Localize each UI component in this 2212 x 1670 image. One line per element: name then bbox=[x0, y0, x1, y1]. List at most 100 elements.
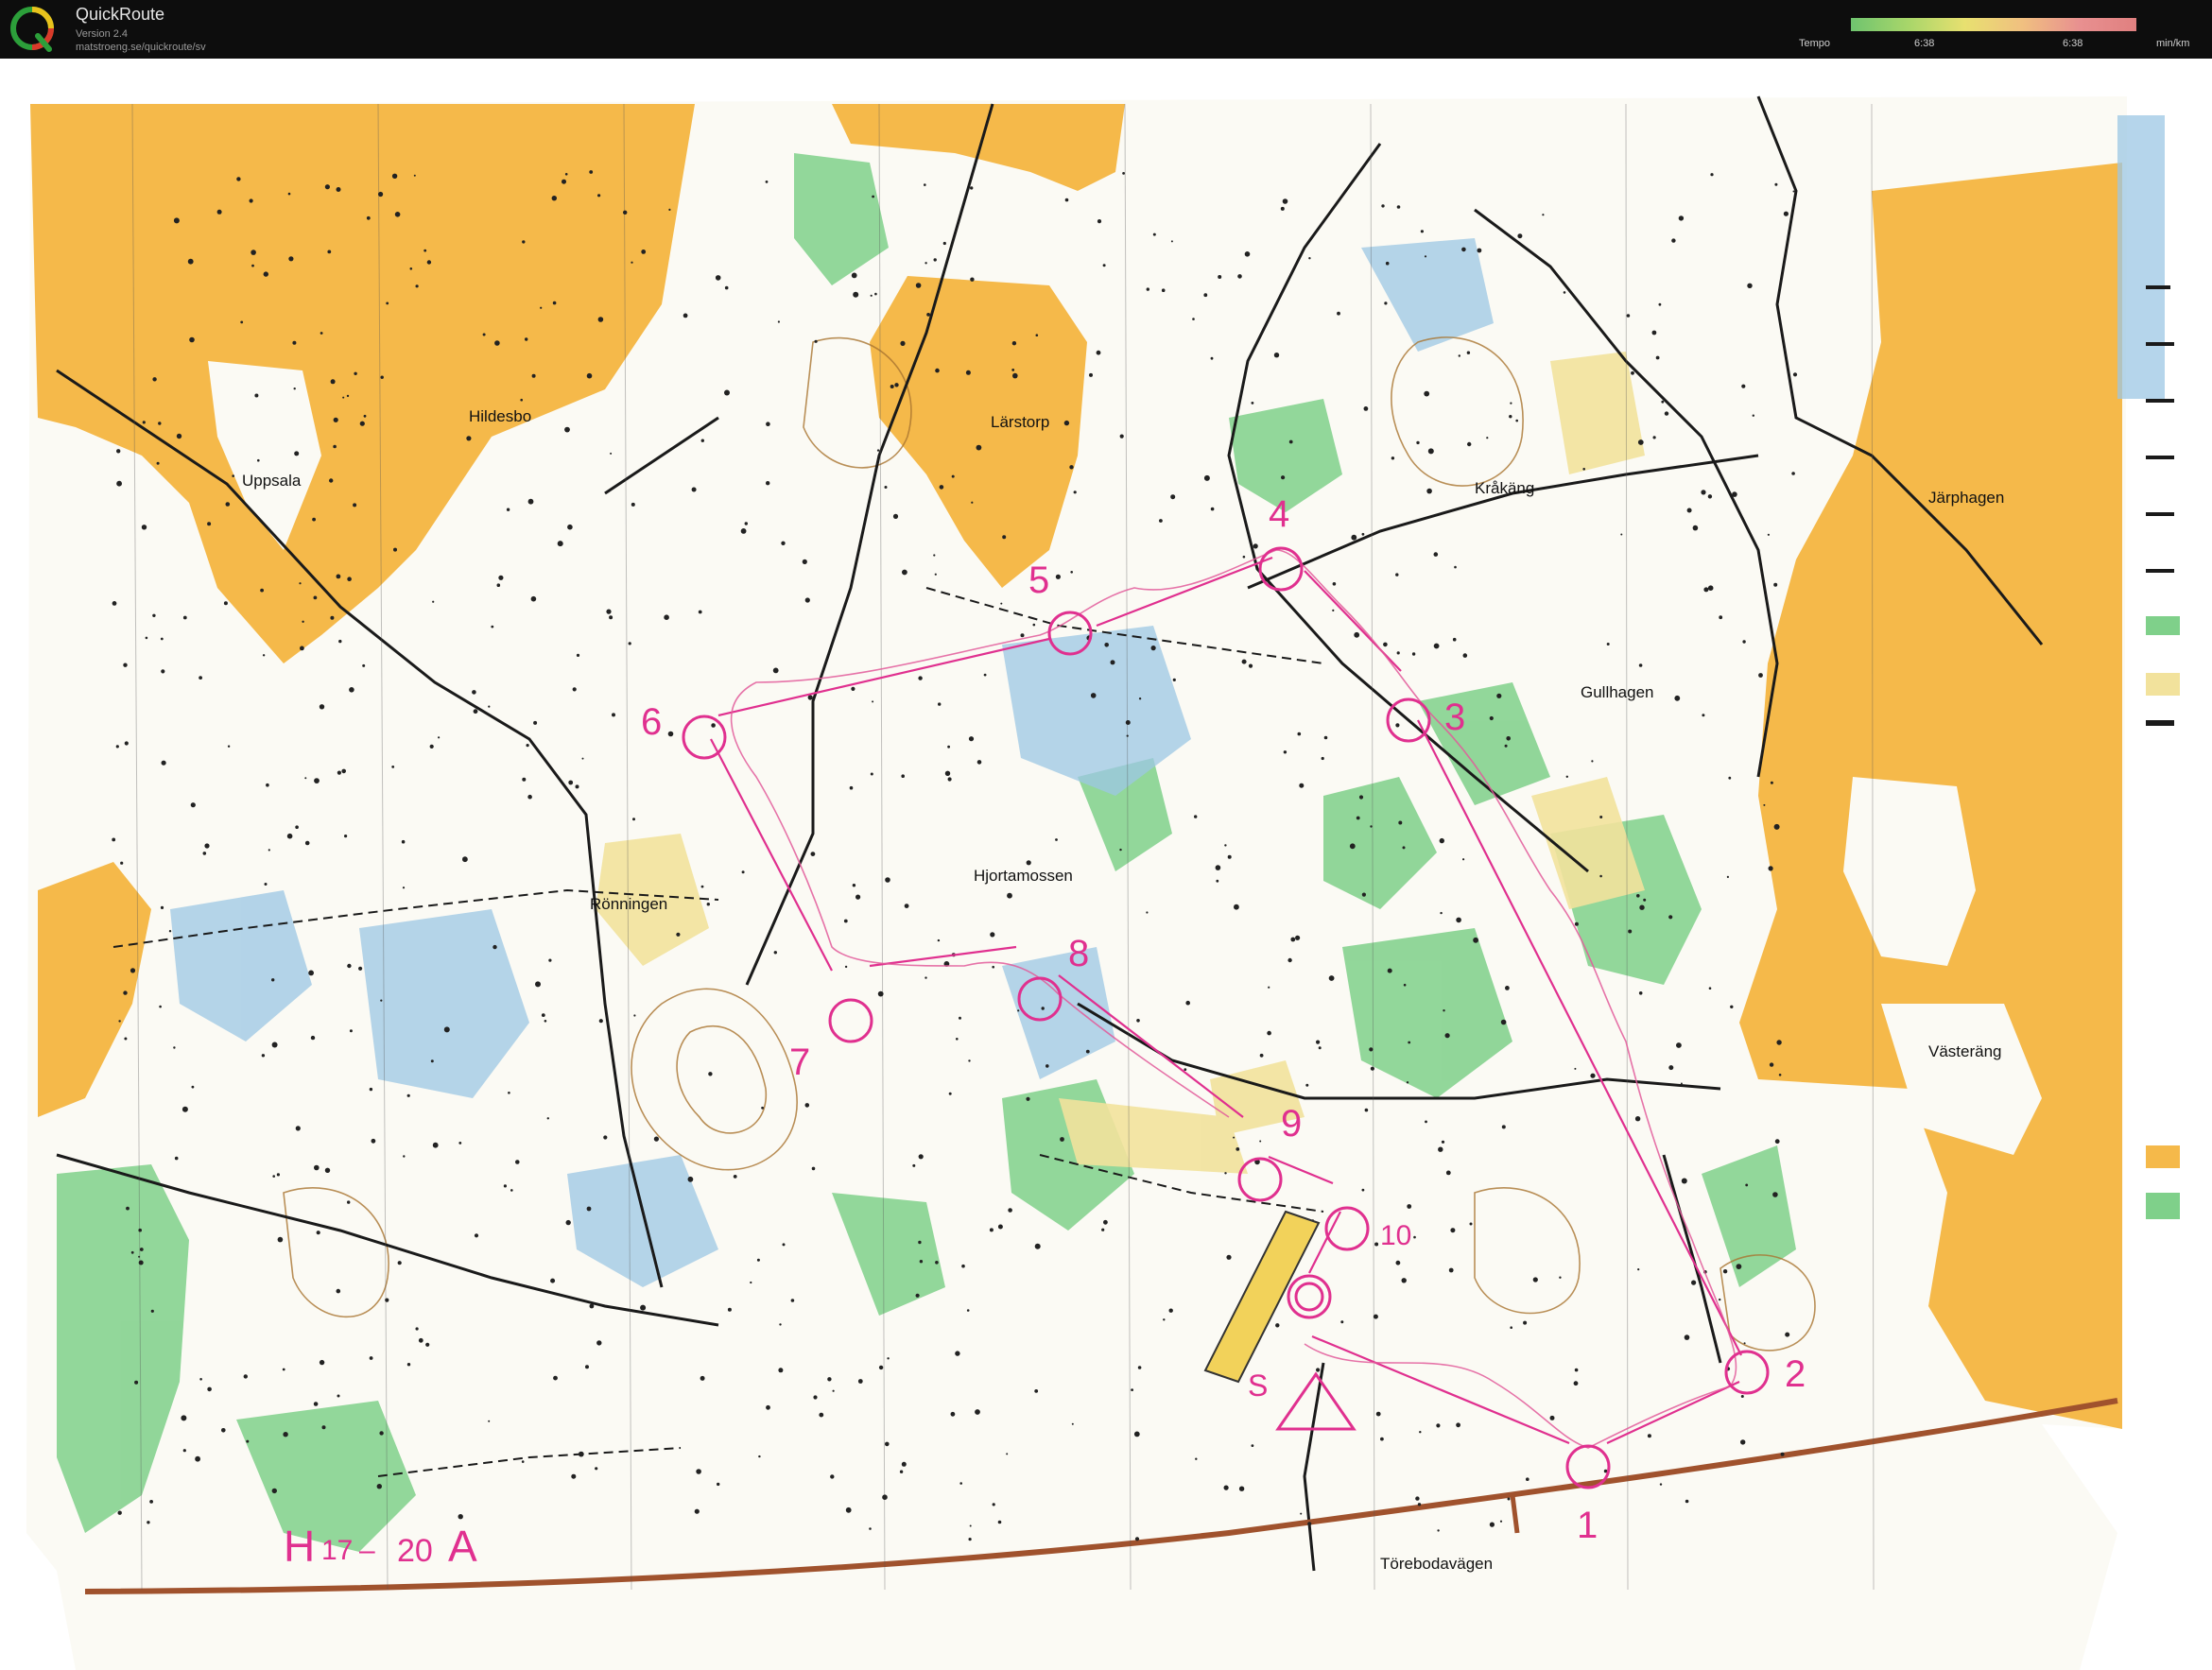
boulder-dot bbox=[294, 451, 300, 456]
boulder-dot bbox=[1073, 491, 1077, 494]
boulder-dot bbox=[1011, 341, 1017, 346]
control-10-number: 10 bbox=[1380, 1220, 1411, 1251]
boulder-dot bbox=[1316, 1040, 1321, 1044]
boulder-dot bbox=[700, 439, 704, 442]
boulder-dot bbox=[1215, 865, 1221, 870]
boulder-dot bbox=[321, 1425, 326, 1430]
boulder-dot bbox=[1387, 968, 1392, 973]
boulder-dot bbox=[347, 963, 352, 969]
boulder-dot bbox=[1194, 815, 1198, 818]
boulder-dot bbox=[1515, 419, 1518, 422]
boulder-dot bbox=[552, 301, 557, 305]
boulder-dot bbox=[319, 704, 325, 710]
control-8-number: 8 bbox=[1068, 933, 1089, 974]
control-1-number: 1 bbox=[1577, 1505, 1598, 1546]
boulder-dot bbox=[330, 379, 336, 385]
boulder-dot bbox=[276, 1173, 280, 1177]
boulder-dot bbox=[989, 1228, 994, 1232]
boulder-dot bbox=[1146, 911, 1149, 914]
boulder-dot bbox=[1395, 573, 1399, 577]
boulder-dot bbox=[1736, 1264, 1742, 1269]
boulder-dot bbox=[1651, 330, 1657, 336]
place-uppsala: Uppsala bbox=[242, 472, 302, 490]
boulder-dot bbox=[1275, 1323, 1280, 1328]
boulder-dot bbox=[1599, 816, 1603, 818]
boulder-dot bbox=[1133, 1431, 1140, 1438]
boulder-dot bbox=[1703, 587, 1709, 593]
boulder-dot bbox=[159, 1005, 162, 1008]
boulder-dot bbox=[740, 528, 747, 534]
boulder-dot bbox=[1443, 1009, 1445, 1012]
boulder-dot bbox=[1358, 795, 1364, 800]
boulder-dot bbox=[112, 837, 116, 842]
boulder-dot bbox=[885, 877, 890, 883]
boulder-dot bbox=[1631, 370, 1634, 375]
boulder-dot bbox=[694, 1508, 700, 1514]
boulder-dot bbox=[1069, 465, 1074, 470]
boulder-dot bbox=[1104, 643, 1109, 647]
boulder-dot bbox=[885, 1441, 890, 1447]
boulder-dot bbox=[1172, 678, 1176, 682]
orienteering-map[interactable]: 1 2 3 4 5 6 7 8 9 10 S H 17 – 20 A Hilde… bbox=[0, 59, 2212, 1670]
boulder-dot bbox=[596, 1340, 602, 1346]
boulder-dot bbox=[1281, 475, 1286, 480]
boulder-dot bbox=[391, 173, 398, 179]
boulder-dot bbox=[295, 825, 299, 829]
boulder-dot bbox=[1458, 354, 1461, 357]
boulder-dot bbox=[1063, 420, 1070, 426]
boulder-dot bbox=[261, 1054, 266, 1058]
boulder-dot bbox=[571, 1473, 577, 1479]
boulder-dot bbox=[268, 849, 270, 852]
boulder-dot bbox=[221, 1428, 226, 1433]
boulder-dot bbox=[1287, 957, 1292, 963]
boulder-dot bbox=[204, 843, 210, 849]
boulder-dot bbox=[385, 1298, 389, 1302]
boulder-dot bbox=[1742, 640, 1746, 644]
boulder-dot bbox=[1719, 615, 1723, 620]
boulder-dot bbox=[1549, 1415, 1555, 1420]
boulder-dot bbox=[766, 422, 770, 427]
boulder-dot bbox=[1170, 494, 1176, 500]
boulder-dot bbox=[458, 1142, 462, 1145]
boulder-dot bbox=[182, 1449, 186, 1453]
map-view[interactable]: 1 2 3 4 5 6 7 8 9 10 S H 17 – 20 A Hilde… bbox=[0, 59, 2212, 1670]
boulder-dot bbox=[965, 370, 971, 375]
boulder-dot bbox=[474, 1233, 479, 1238]
boulder-dot bbox=[293, 387, 296, 390]
boulder-dot bbox=[976, 444, 982, 451]
boulder-dot bbox=[1097, 219, 1102, 224]
boulder-dot bbox=[338, 639, 342, 644]
boulder-dot bbox=[199, 1378, 202, 1381]
boulder-dot bbox=[531, 373, 536, 378]
boulder-dot bbox=[521, 1460, 525, 1463]
boulder-dot bbox=[572, 687, 577, 692]
boulder-dot bbox=[530, 595, 537, 602]
boulder-dot bbox=[359, 421, 365, 426]
boulder-dot bbox=[158, 422, 162, 425]
boulder-dot bbox=[1707, 585, 1714, 591]
boulder-dot bbox=[1499, 1520, 1503, 1523]
boulder-dot bbox=[191, 1085, 195, 1089]
boulder-dot bbox=[1685, 1499, 1689, 1504]
boulder-dot bbox=[1778, 1074, 1782, 1076]
boulder-dot bbox=[1370, 825, 1373, 828]
boulder-dot bbox=[872, 195, 874, 198]
boulder-dot bbox=[1361, 892, 1366, 897]
boulder-dot bbox=[1638, 663, 1643, 667]
boulder-dot bbox=[779, 1323, 782, 1326]
boulder-dot bbox=[1138, 697, 1142, 700]
boulder-dot bbox=[118, 1020, 121, 1023]
boulder-dot bbox=[1417, 1503, 1422, 1506]
boulder-dot bbox=[1691, 1280, 1697, 1285]
boulder-dot bbox=[1064, 198, 1069, 202]
app-url[interactable]: matstroeng.se/quickroute/sv bbox=[76, 42, 206, 53]
boulder-dot bbox=[1282, 198, 1288, 204]
boulder-dot bbox=[240, 320, 244, 324]
boulder-dot bbox=[918, 1240, 922, 1245]
boulder-dot bbox=[925, 262, 927, 265]
boulder-dot bbox=[277, 1236, 284, 1243]
boulder-dot bbox=[138, 1260, 144, 1265]
boulder-dot bbox=[302, 620, 304, 623]
place-gullhagen: Gullhagen bbox=[1581, 683, 1654, 701]
boulder-dot bbox=[1496, 693, 1502, 698]
